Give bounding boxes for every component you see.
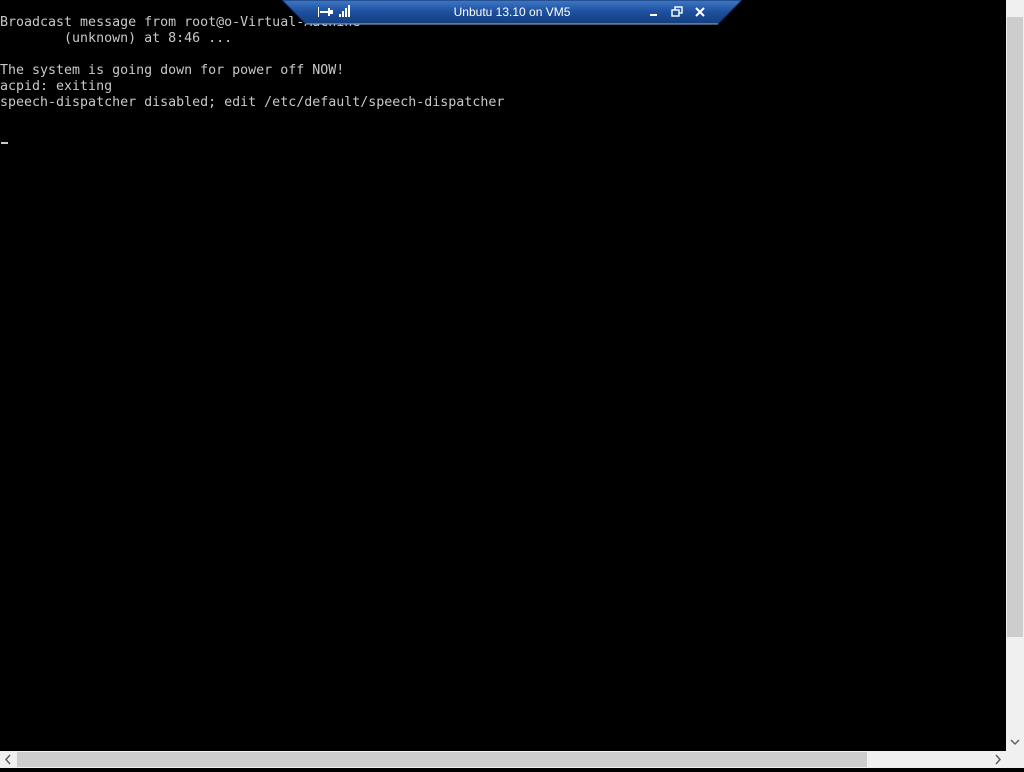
scrollbar-corner xyxy=(1006,751,1024,768)
scroll-right-arrow-icon[interactable] xyxy=(989,751,1006,768)
connection-title: Unbutu 13.10 on VM5 xyxy=(453,5,571,19)
remote-desktop-viewport[interactable]: Broadcast message from root@o-Virtual-Ma… xyxy=(0,0,1024,768)
horizontal-scrollbar[interactable] xyxy=(0,751,1006,768)
minimize-button[interactable] xyxy=(646,4,662,20)
vertical-scrollbar-thumb[interactable] xyxy=(1007,17,1023,637)
text-cursor xyxy=(1,142,8,144)
connection-bar[interactable]: Unbutu 13.10 on VM5 xyxy=(282,0,742,25)
minimize-icon xyxy=(650,14,657,16)
console-output[interactable]: Broadcast message from root@o-Virtual-Ma… xyxy=(0,15,1006,751)
horizontal-scrollbar-thumb[interactable] xyxy=(17,752,867,767)
close-icon xyxy=(695,7,705,17)
signal-strength-icon xyxy=(338,3,352,17)
console-line: (unknown) at 8:46 ... xyxy=(0,31,233,46)
vertical-scrollbar[interactable] xyxy=(1006,0,1024,751)
pin-icon[interactable] xyxy=(318,4,334,20)
close-button[interactable] xyxy=(692,4,708,20)
scroll-left-arrow-icon[interactable] xyxy=(0,751,17,768)
console-line: The system is going down for power off N… xyxy=(0,63,345,78)
restore-button[interactable] xyxy=(669,4,685,20)
restore-icon xyxy=(671,6,683,17)
console-line: speech-dispatcher disabled; edit /etc/de… xyxy=(0,95,505,110)
scroll-down-arrow-icon[interactable] xyxy=(1006,734,1024,751)
console-line: acpid: exiting xyxy=(0,79,113,94)
